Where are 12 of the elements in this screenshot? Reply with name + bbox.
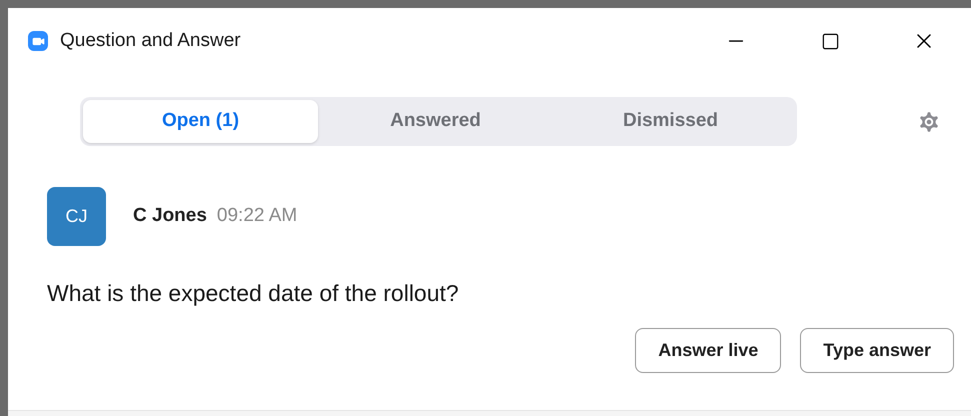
author-name: C Jones (133, 204, 207, 228)
question-time: 09:22 AM (216, 204, 298, 228)
answer-button[interactable]: Answer live (635, 328, 782, 372)
avatar: CJ (47, 187, 106, 246)
maximize-icon[interactable] (820, 32, 840, 50)
question-text: What is the expected date of the rollout? (47, 279, 460, 308)
tab[interactable]: Dismissed (553, 100, 788, 143)
tab[interactable]: Open (1) (83, 100, 318, 143)
tab[interactable]: Answered (318, 100, 553, 143)
answer-button[interactable]: Type answer (800, 328, 954, 372)
window-title: Question and Answer (60, 28, 241, 53)
app-logo-icon (28, 31, 48, 51)
